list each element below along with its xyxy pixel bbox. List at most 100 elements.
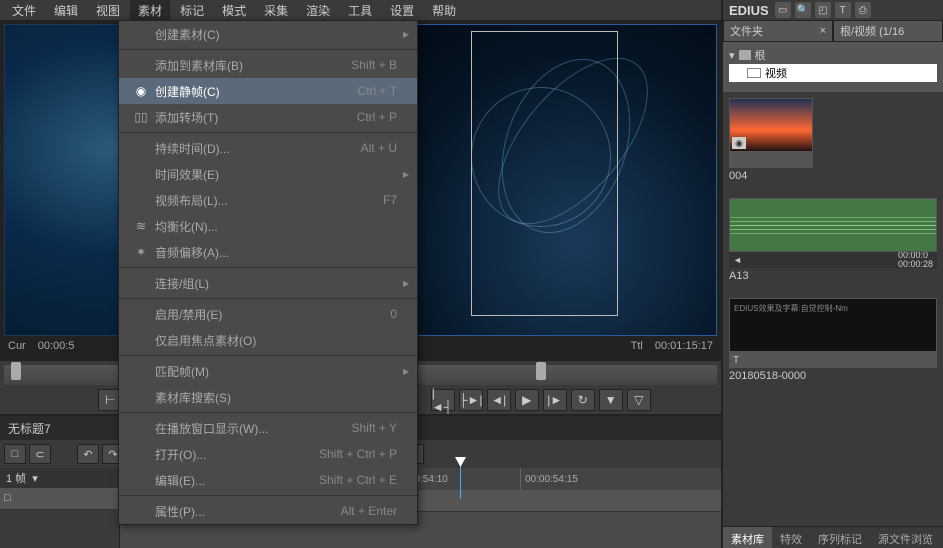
menu-item[interactable]: 添加到素材库(B)Shift + B: [119, 52, 417, 78]
menu-item[interactable]: 仅启用焦点素材(O): [119, 327, 417, 353]
menu-item-label: 持续时间(D)...: [155, 140, 361, 157]
menu-item-label: 均衡化(N)...: [155, 218, 397, 235]
menu-item[interactable]: 编辑(E)...Shift + Ctrl + E: [119, 467, 417, 493]
goto-in-button[interactable]: |◄┤: [431, 389, 455, 411]
menu-item-label: 启用/禁用(E): [155, 306, 390, 323]
menu-clip[interactable]: 素材: [130, 0, 170, 21]
menu-item[interactable]: 视频布局(L)...F7: [119, 187, 417, 213]
menu-tools[interactable]: 工具: [340, 0, 380, 21]
folder-panel-tab[interactable]: 文件夹 ×: [723, 20, 833, 42]
cur-timecode: 00:00:5: [38, 340, 75, 352]
bin-panel-label: 根/视频 (1/16: [840, 23, 904, 39]
tl-new[interactable]: □: [4, 444, 26, 464]
menu-item-shortcut: Shift + Ctrl + P: [319, 447, 409, 461]
menu-item-label: 仅启用焦点素材(O): [155, 332, 397, 349]
folder-panel-label: 文件夹: [730, 23, 763, 39]
prev-edit-button[interactable]: ◄|: [487, 389, 511, 411]
tree-child-label: 视频: [765, 65, 787, 81]
menu-item[interactable]: ✶音频偏移(A)...: [119, 239, 417, 265]
menu-item-label: 匹配帧(M): [155, 363, 391, 380]
clip-thumb[interactable]: ◄ 00:00:0 00:00:28 A13: [729, 198, 937, 284]
overwrite-button[interactable]: ▽: [627, 389, 651, 411]
bin-panel-tab[interactable]: 根/视频 (1/16: [833, 20, 943, 42]
menu-item[interactable]: 素材库搜索(S): [119, 384, 417, 410]
menu-edit[interactable]: 编辑: [46, 0, 86, 21]
menu-capture[interactable]: 采集: [256, 0, 296, 21]
menu-item[interactable]: 创建素材(C)▸: [119, 21, 417, 47]
clip-tc: 00:00:0 00:00:28: [898, 251, 933, 269]
rp-search-icon[interactable]: 🔍: [795, 2, 811, 18]
tree-root-row[interactable]: ▾ 根: [729, 46, 937, 64]
next-edit-button[interactable]: |►: [543, 389, 567, 411]
rp-folder-icon[interactable]: ▭: [775, 2, 791, 18]
goto-out-button[interactable]: ├►|: [459, 389, 483, 411]
menu-mode[interactable]: 模式: [214, 0, 254, 21]
clip-name: A13: [729, 268, 937, 284]
app-brand: EDIUS: [729, 3, 769, 18]
rp-title-icon[interactable]: T: [835, 2, 851, 18]
menu-item[interactable]: 连接/组(L) ▸: [119, 270, 417, 296]
menu-item-label: 连接/组(L): [155, 275, 391, 292]
menu-view[interactable]: 视图: [88, 0, 128, 21]
tl-undo[interactable]: ↶: [77, 444, 99, 464]
menu-file[interactable]: 文件: [4, 0, 44, 21]
menu-item[interactable]: ▯▯添加转场(T)Ctrl + P: [119, 104, 417, 130]
menu-item-label: 创建静帧(C): [155, 83, 358, 100]
equalize-icon: ≋: [127, 219, 155, 233]
speaker-icon: ◄: [733, 255, 742, 265]
tab-markers[interactable]: 序列标记: [810, 527, 870, 548]
menu-separator: [119, 355, 417, 356]
frame-step-label: 1 帧: [6, 470, 26, 486]
menu-item-shortcut: Alt + U: [361, 141, 409, 155]
tl-magnet[interactable]: ⊂: [29, 444, 51, 464]
menu-item[interactable]: 时间效果(E) ▸: [119, 161, 417, 187]
video-folder-icon: [747, 68, 761, 78]
track-header[interactable]: □: [0, 488, 119, 510]
transition-icon: ▯▯: [127, 110, 155, 124]
menu-item[interactable]: 启用/禁用(E)0: [119, 301, 417, 327]
clip-thumb[interactable]: ◉ 004: [729, 98, 813, 184]
menu-item[interactable]: ◉创建静帧(C)Ctrl + T: [119, 78, 417, 104]
menu-item[interactable]: ≋均衡化(N)...: [119, 213, 417, 239]
menu-separator: [119, 267, 417, 268]
submenu-arrow-icon: ▸: [403, 167, 409, 181]
menu-settings[interactable]: 设置: [382, 0, 422, 21]
menu-marker[interactable]: 标记: [172, 0, 212, 21]
menu-separator: [119, 132, 417, 133]
menu-item-shortcut: Ctrl + P: [357, 110, 409, 124]
menu-item-shortcut: Shift + B: [351, 58, 409, 72]
clip-thumb[interactable]: EDIUS效果及字幕:自觉控制-Nm T 20180518-0000: [729, 298, 937, 384]
submenu-arrow-icon: ▸: [403, 276, 409, 290]
title-preview-text: EDIUS效果及字幕:自觉控制-Nm: [734, 303, 848, 314]
play-program-button[interactable]: ▶: [515, 389, 539, 411]
insert-button[interactable]: ▼: [599, 389, 623, 411]
tree-child-row[interactable]: 视频: [729, 64, 937, 82]
menu-help[interactable]: 帮助: [424, 0, 464, 21]
program-scrubber[interactable]: [369, 365, 718, 385]
tab-bin[interactable]: 素材库: [723, 527, 772, 548]
bin-thumbnails: ◉ 004 ◄ 00:00:0 00:00:28 A13 EDIUS效果及字幕:…: [723, 92, 943, 526]
tab-source-browser[interactable]: 源文件浏览: [870, 527, 941, 548]
title-icon: T: [733, 355, 739, 366]
menu-item[interactable]: 持续时间(D)...Alt + U: [119, 135, 417, 161]
menu-item-label: 时间效果(E): [155, 166, 391, 183]
rp-view-icon[interactable]: ◰: [815, 2, 831, 18]
menu-item[interactable]: 属性(P)...Alt + Enter: [119, 498, 417, 524]
menu-item-label: 添加转场(T): [155, 109, 357, 126]
menu-item-label: 素材库搜索(S): [155, 389, 397, 406]
loop-button[interactable]: ↻: [571, 389, 595, 411]
menu-item-shortcut: F7: [383, 193, 409, 207]
clip-menu-dropdown: 创建素材(C)▸添加到素材库(B)Shift + B◉创建静帧(C)Ctrl +…: [118, 20, 418, 525]
rp-settings-icon[interactable]: ⎙: [855, 2, 871, 18]
folder-panel-close[interactable]: ×: [820, 25, 826, 37]
tab-effects[interactable]: 特效: [772, 527, 810, 548]
submenu-arrow-icon: ▸: [403, 27, 409, 41]
menu-item[interactable]: 在播放窗口显示(W)...Shift + Y: [119, 415, 417, 441]
menu-render[interactable]: 渲染: [298, 0, 338, 21]
menu-item[interactable]: 打开(O)...Shift + Ctrl + P: [119, 441, 417, 467]
menu-item[interactable]: 匹配帧(M)▸: [119, 358, 417, 384]
menu-item-label: 属性(P)...: [155, 503, 341, 520]
frame-step-dropdown-icon[interactable]: ▾: [32, 472, 38, 485]
menu-item-label: 在播放窗口显示(W)...: [155, 420, 352, 437]
menu-item-label: 添加到素材库(B): [155, 57, 351, 74]
